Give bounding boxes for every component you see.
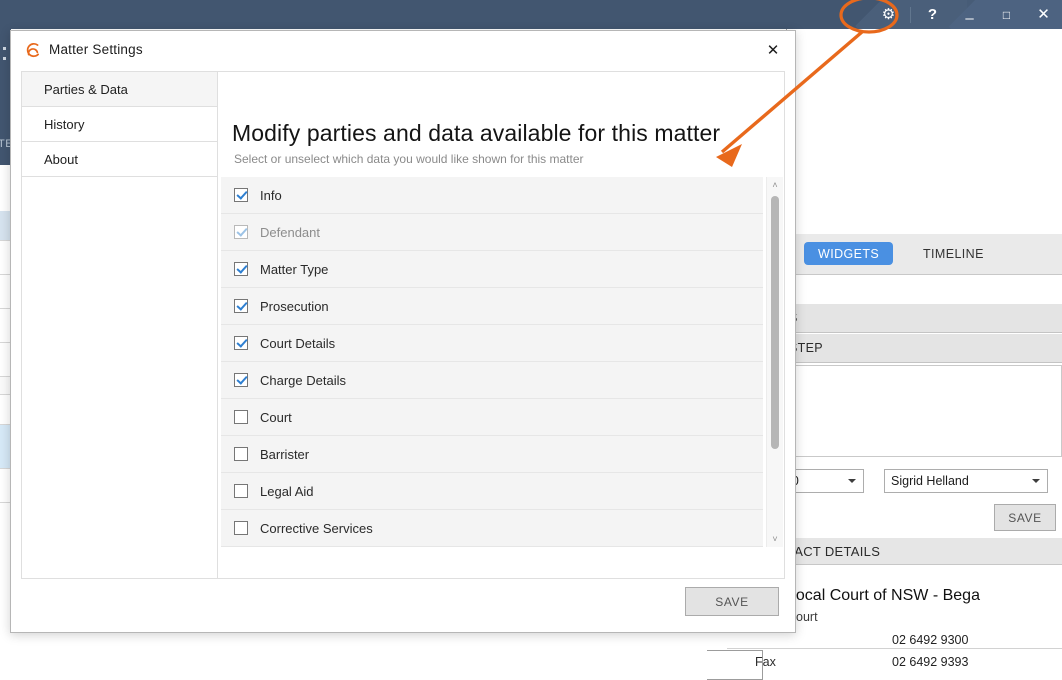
help-icon[interactable]: ? bbox=[914, 0, 951, 29]
content-header: Modify parties and data available for th… bbox=[232, 120, 720, 166]
save-button[interactable]: SAVE bbox=[685, 587, 779, 616]
checkbox-matter-type[interactable] bbox=[234, 262, 248, 276]
option-label: Legal Aid bbox=[260, 483, 314, 499]
checkbox-court[interactable] bbox=[234, 410, 248, 424]
contact-fax-value: 02 6492 9393 bbox=[892, 655, 969, 669]
checkbox-corrective-services[interactable] bbox=[234, 521, 248, 535]
person-dropdown[interactable]: Sigrid Helland bbox=[884, 469, 1048, 493]
checkbox-court-details[interactable] bbox=[234, 336, 248, 350]
panel-bar-status: S bbox=[787, 304, 1062, 333]
right-side-panel: WIDGETS TIMELINE S STEP 2020 Sigrid Hell… bbox=[707, 29, 1062, 680]
option-label: Barrister bbox=[260, 446, 310, 462]
panel-bar-step: STEP bbox=[787, 334, 1062, 363]
person-dropdown-value: Sigrid Helland bbox=[891, 474, 969, 488]
panel-white-card bbox=[787, 365, 1062, 457]
option-row[interactable]: Court bbox=[221, 399, 763, 436]
options-list: Info Defendant Matter Type Prosecution Court… bbox=[221, 177, 763, 547]
window-titlebar: ⚙ ? – □ ✕ bbox=[0, 0, 1062, 29]
option-row[interactable]: Corrective Services bbox=[221, 510, 763, 547]
sidebar-item-about-label: About bbox=[44, 151, 78, 167]
rail-dot-icon bbox=[3, 47, 6, 50]
matter-settings-dialog: Matter Settings ✕ Parties & Data History… bbox=[10, 30, 796, 633]
option-row[interactable]: Legal Aid bbox=[221, 473, 763, 510]
checkbox-info[interactable] bbox=[234, 188, 248, 202]
sidebar-item-parties-and-data-label: Parties & Data bbox=[44, 81, 128, 97]
chevron-down-icon-2 bbox=[1032, 479, 1040, 483]
option-label: Court Details bbox=[260, 335, 336, 351]
gear-glyph: ⚙ bbox=[881, 6, 896, 23]
option-label: Prosecution bbox=[260, 298, 329, 314]
option-row[interactable]: Charge Details bbox=[221, 362, 763, 399]
panel-save-button[interactable]: SAVE bbox=[994, 504, 1056, 531]
save-button-label: SAVE bbox=[715, 594, 749, 609]
option-label: Info bbox=[260, 187, 282, 203]
dialog-title: Matter Settings bbox=[49, 42, 143, 57]
sidebar-item-history[interactable]: History bbox=[22, 107, 217, 142]
dialog-titlebar: Matter Settings ✕ bbox=[11, 31, 795, 69]
checkbox-charge-details[interactable] bbox=[234, 373, 248, 387]
option-label: Defendant bbox=[260, 224, 320, 240]
page-title: Modify parties and data available for th… bbox=[232, 120, 721, 146]
dialog-footer: SAVE bbox=[11, 578, 795, 632]
dialog-content: Modify parties and data available for th… bbox=[218, 72, 784, 578]
window-controls: ⚙ ? – □ ✕ bbox=[870, 0, 1062, 29]
close-button[interactable]: ✕ bbox=[1025, 0, 1062, 29]
sidebar-item-history-label: History bbox=[44, 116, 85, 132]
dialog-close-icon[interactable]: ✕ bbox=[761, 39, 785, 61]
view-tabbar: WIDGETS TIMELINE bbox=[787, 234, 1062, 275]
settings-gear-icon[interactable]: ⚙ bbox=[870, 0, 907, 29]
minimize-button[interactable]: – bbox=[951, 0, 988, 29]
option-row[interactable]: Defendant bbox=[221, 214, 763, 251]
checkbox-legal-aid[interactable] bbox=[234, 484, 248, 498]
option-row[interactable]: Prosecution bbox=[221, 288, 763, 325]
contact-fax-label: Fax bbox=[755, 655, 776, 669]
chevron-down-icon bbox=[848, 479, 856, 483]
close-icon: ✕ bbox=[1037, 6, 1050, 23]
scrollbar-thumb[interactable] bbox=[771, 196, 779, 449]
checkbox-barrister[interactable] bbox=[234, 447, 248, 461]
option-row[interactable]: Info bbox=[221, 177, 763, 214]
option-label: Court bbox=[260, 409, 292, 425]
swirl-logo-icon bbox=[23, 40, 43, 60]
option-label: Matter Type bbox=[260, 261, 329, 277]
maximize-icon: □ bbox=[1002, 7, 1011, 22]
tab-timeline[interactable]: TIMELINE bbox=[915, 242, 992, 265]
minimize-icon: – bbox=[965, 10, 974, 27]
page-subtitle: Select or unselect which data you would … bbox=[234, 152, 584, 166]
option-row[interactable]: Court Details bbox=[221, 325, 763, 362]
option-row[interactable]: Barrister bbox=[221, 436, 763, 473]
dialog-body: Parties & Data History About Modify part… bbox=[21, 71, 785, 579]
tab-timeline-label: TIMELINE bbox=[923, 246, 984, 261]
scroll-down-icon[interactable]: ˅ bbox=[767, 531, 783, 547]
option-row[interactable]: Matter Type bbox=[221, 251, 763, 288]
contact-details-card: Local Court of NSW - Bega Court 02 6492 … bbox=[707, 574, 1062, 680]
contact-divider bbox=[727, 648, 1062, 649]
dialog-sidebar: Parties & Data History About bbox=[22, 72, 218, 578]
question-mark-glyph: ? bbox=[927, 6, 938, 23]
contact-name: Local Court of NSW - Bega bbox=[787, 587, 980, 604]
rail-dot-icon-2 bbox=[3, 57, 6, 60]
checkbox-defendant bbox=[234, 225, 248, 239]
sidebar-item-about[interactable]: About bbox=[22, 142, 217, 177]
option-label: Corrective Services bbox=[260, 520, 373, 536]
tab-widgets[interactable]: WIDGETS bbox=[804, 242, 894, 265]
tab-widgets-label: WIDGETS bbox=[818, 246, 880, 261]
titlebar-separator bbox=[910, 6, 911, 23]
contact-details-section-header: TACT DETAILS bbox=[787, 538, 1062, 565]
option-label: Charge Details bbox=[260, 372, 346, 388]
checkbox-prosecution[interactable] bbox=[234, 299, 248, 313]
sidebar-item-parties-and-data[interactable]: Parties & Data bbox=[22, 72, 217, 107]
options-scrollbar[interactable]: ˄ ˅ bbox=[766, 177, 783, 547]
scroll-up-icon[interactable]: ˄ bbox=[767, 177, 783, 193]
contact-phone: 02 6492 9300 bbox=[892, 633, 969, 647]
contact-details-section-label: TACT DETAILS bbox=[787, 543, 881, 559]
panel-save-label: SAVE bbox=[1008, 510, 1042, 525]
maximize-button[interactable]: □ bbox=[988, 0, 1025, 29]
